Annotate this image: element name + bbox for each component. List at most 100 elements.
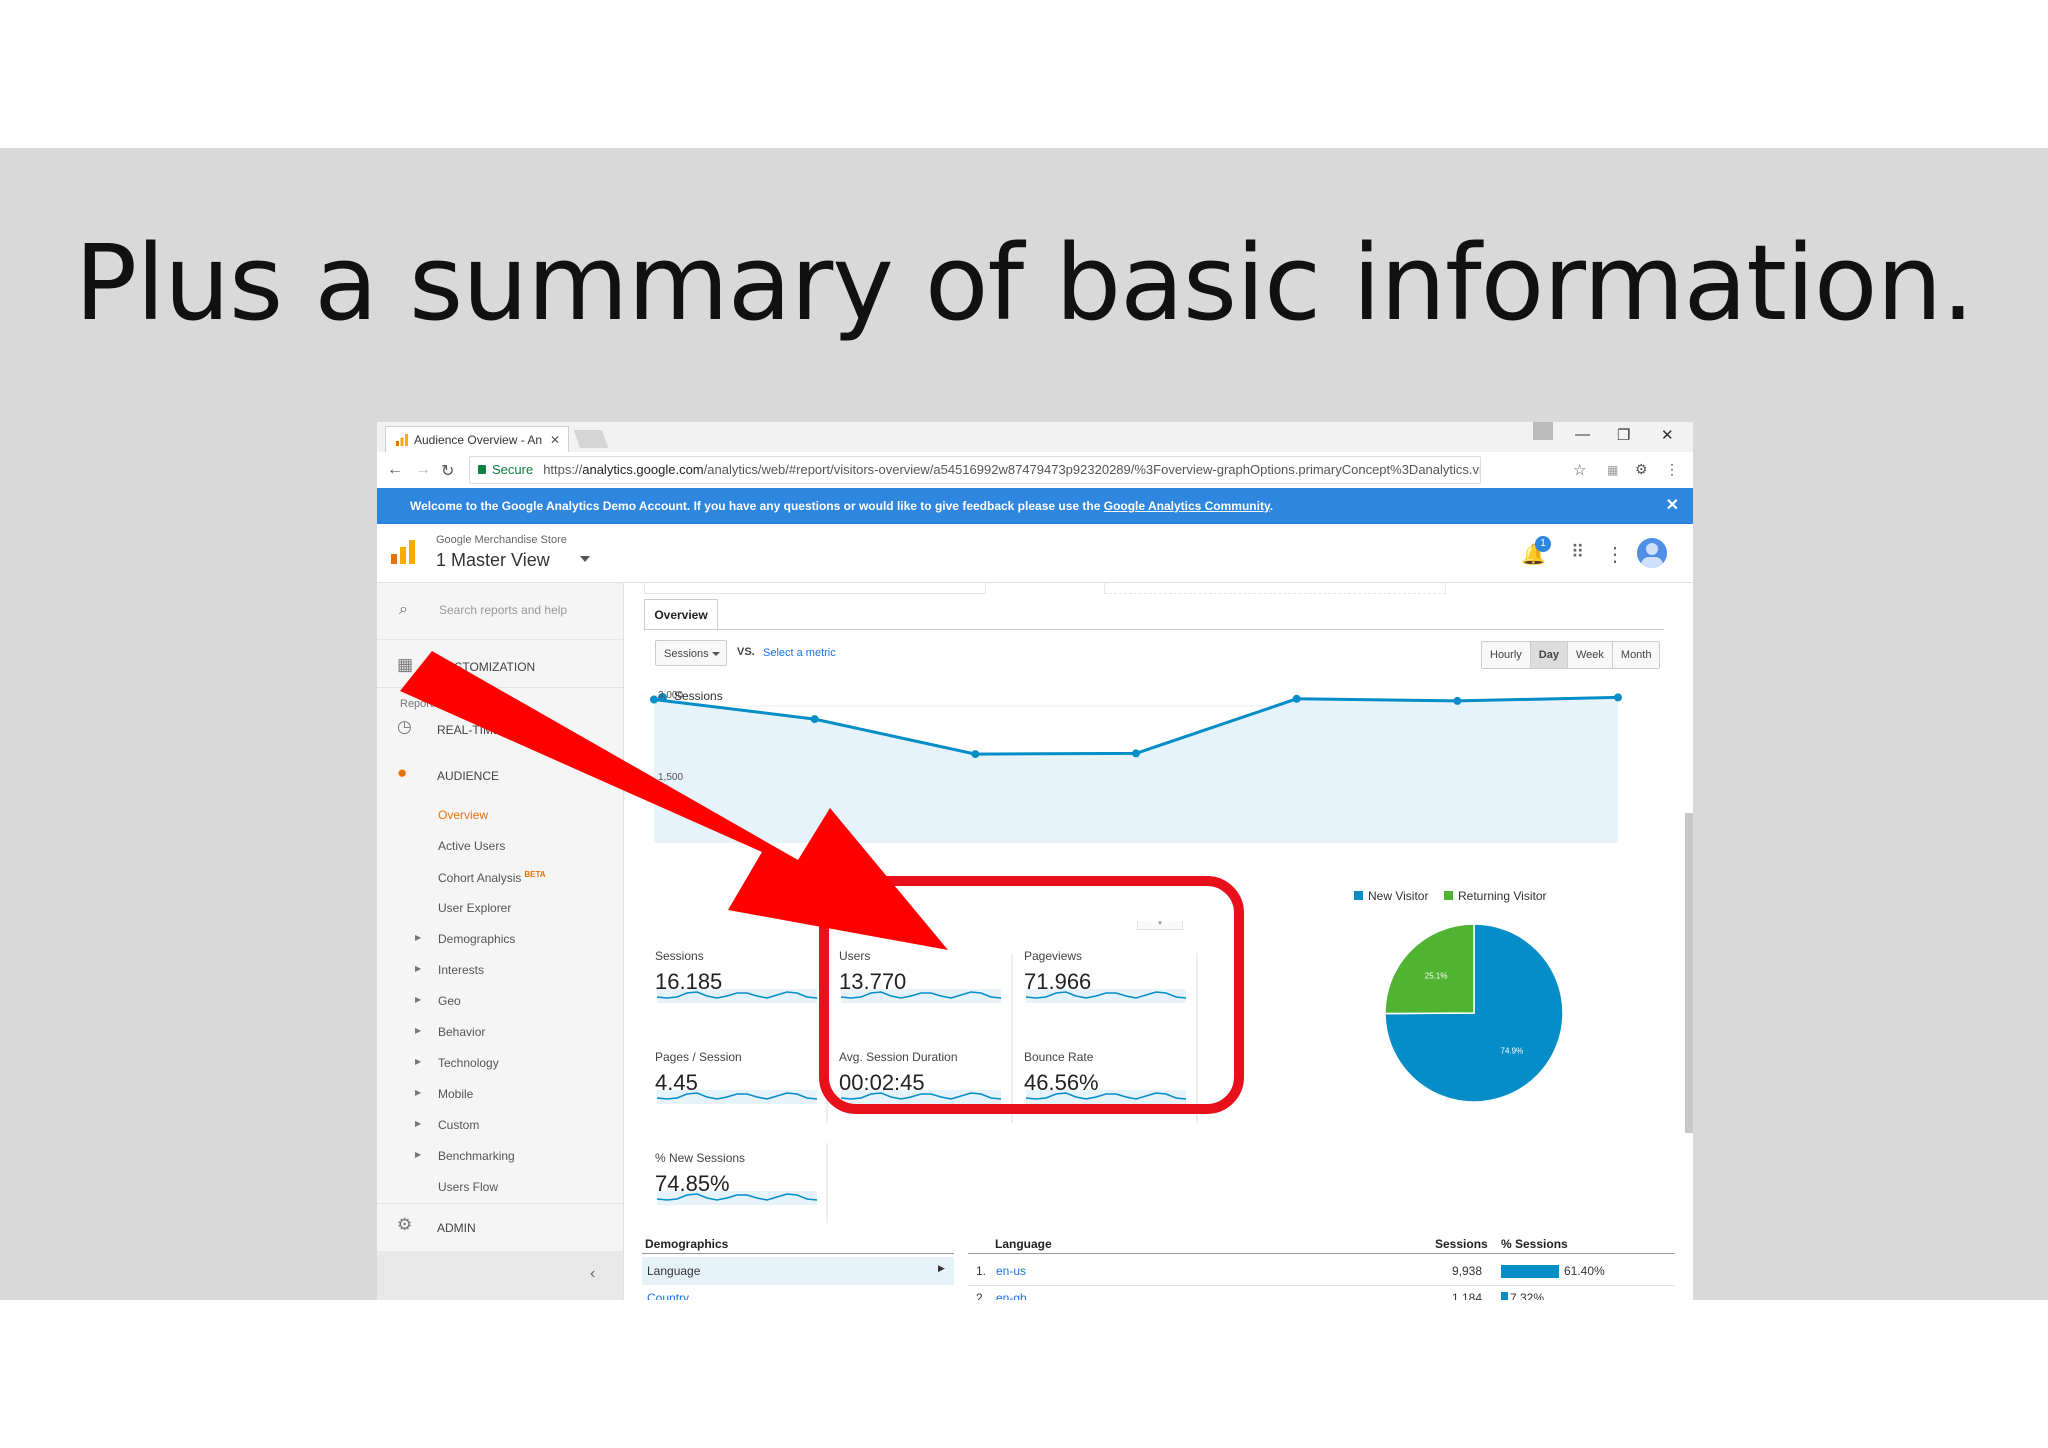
cohort-label: Cohort Analysis: [438, 871, 522, 885]
row-pct-bar: [1501, 1265, 1559, 1278]
url-path: /analytics/web/#report/visitors-overview…: [703, 462, 1481, 477]
sidebar: ⌕ Search reports and help ▦ CUSTOMIZATIO…: [377, 583, 624, 1300]
notification-badge: 1: [1535, 536, 1551, 552]
view-dropdown-icon[interactable]: [580, 556, 590, 562]
new-visitor-swatch: [1354, 891, 1363, 900]
expand-arrow-icon[interactable]: ▶: [415, 964, 421, 973]
expand-arrow-icon[interactable]: ▶: [415, 1119, 421, 1128]
sidebar-item-behavior[interactable]: Behavior: [438, 1025, 485, 1039]
search-input[interactable]: Search reports and help: [439, 603, 567, 617]
banner-text: Welcome to the Google Analytics Demo Acc…: [410, 499, 1101, 513]
view-selector[interactable]: 1 Master View: [436, 550, 550, 571]
person-icon: ●: [397, 763, 408, 782]
row-language[interactable]: en-us: [996, 1264, 1026, 1278]
reload-icon[interactable]: ↻: [441, 461, 454, 481]
profile-icon[interactable]: [1533, 422, 1553, 440]
sidebar-item-customization[interactable]: CUSTOMIZATION: [437, 660, 535, 674]
legend-new-visitor: New Visitor: [1354, 889, 1428, 903]
extension-icon[interactable]: ▦: [1607, 463, 1618, 477]
row-pct: 61.40%: [1564, 1264, 1605, 1278]
row-rank: 1.: [976, 1264, 987, 1278]
back-arrow-icon[interactable]: ←: [387, 461, 403, 479]
beta-badge: BETA: [524, 870, 546, 879]
legend-returning-visitor: Returning Visitor: [1444, 889, 1547, 903]
visitor-pie-chart: 74.9% 25.1%: [1384, 923, 1564, 1103]
browser-screenshot: Audience Overview - An ✕ — ❐ ✕ ← → ↻ Sec…: [377, 422, 1693, 1300]
demographics-country[interactable]: Country: [647, 1291, 689, 1300]
sidebar-search[interactable]: ⌕ Search reports and help: [377, 583, 623, 640]
language-header: Language: [995, 1237, 1052, 1251]
sidebar-item-interests[interactable]: Interests: [438, 963, 484, 977]
new-tab-button[interactable]: [573, 430, 609, 448]
sidebar-item-realtime[interactable]: REAL-TIME: [437, 723, 501, 737]
main-content: Overview Sessions VS. Select a metric Ho…: [624, 583, 1693, 1300]
more-options-icon[interactable]: ⋮: [1605, 542, 1625, 567]
row-sessions: 9,938: [1451, 1264, 1482, 1278]
sessions-point: [1614, 693, 1622, 702]
customization-icon: ▦: [397, 655, 414, 674]
bookmark-star-icon[interactable]: ☆: [1573, 461, 1586, 479]
sidebar-item-technology[interactable]: Technology: [438, 1056, 499, 1070]
sidebar-item-cohort-analysis[interactable]: Cohort Analysis BETA: [438, 870, 546, 885]
new-visitor-label: New Visitor: [1368, 889, 1429, 903]
secure-label: Secure: [492, 462, 534, 477]
row-rank: 2.: [976, 1291, 987, 1300]
demographics-title: Demographics: [645, 1237, 729, 1251]
pct-sessions-header: % Sessions: [1501, 1237, 1568, 1251]
sidebar-item-custom[interactable]: Custom: [438, 1118, 479, 1132]
analytics-logo-icon: [391, 540, 415, 564]
pie-slice-label: 74.9%: [1501, 1047, 1524, 1056]
close-window-icon[interactable]: ✕: [1661, 426, 1674, 444]
expand-arrow-icon[interactable]: ▶: [415, 1057, 421, 1066]
address-bar: ← → ↻ Secure https://analytics.google.com…: [377, 452, 1693, 489]
expand-arrow-icon[interactable]: ▶: [415, 1088, 421, 1097]
clock-icon: ◷: [397, 717, 412, 736]
scrollbar[interactable]: [1685, 813, 1693, 1133]
analytics-header: Google Merchandise Store 1 Master View 🔔…: [377, 524, 1693, 583]
sidebar-item-admin[interactable]: ADMIN: [437, 1221, 476, 1235]
close-tab-icon[interactable]: ✕: [550, 427, 560, 453]
url-field[interactable]: Secure https://analytics.google.com/analy…: [469, 456, 1481, 484]
banner-close-icon[interactable]: ✕: [1666, 488, 1679, 524]
sidebar-item-overview[interactable]: Overview: [438, 808, 488, 822]
returning-visitor-swatch: [1444, 891, 1453, 900]
pie-slice: [1384, 923, 1475, 1015]
tab-title: Audience Overview - An: [414, 433, 543, 447]
sidebar-item-audience[interactable]: AUDIENCE: [437, 769, 499, 783]
expand-arrow-icon[interactable]: ▶: [415, 995, 421, 1004]
apps-grid-icon[interactable]: ⠿: [1571, 542, 1584, 563]
demographics-language[interactable]: Language: [647, 1264, 700, 1278]
avatar[interactable]: [1637, 538, 1667, 568]
expand-arrow-icon[interactable]: ▶: [415, 933, 421, 942]
sidebar-item-mobile[interactable]: Mobile: [438, 1087, 473, 1101]
sidebar-item-active-users[interactable]: Active Users: [438, 839, 505, 853]
slide-title: Plus a summary of basic information.: [74, 222, 1974, 344]
collapse-bar[interactable]: ‹: [377, 1251, 623, 1300]
chevron-left-icon[interactable]: ‹: [590, 1265, 595, 1283]
browser-tab[interactable]: Audience Overview - An ✕: [385, 426, 569, 452]
community-link[interactable]: Google Analytics Community: [1104, 499, 1270, 513]
menu-dots-icon[interactable]: ⋮: [1665, 461, 1679, 478]
account-name: Google Merchandise Store: [436, 534, 567, 546]
returning-visitor-label: Returning Visitor: [1458, 889, 1547, 903]
sidebar-item-demographics[interactable]: Demographics: [438, 932, 515, 946]
search-icon: ⌕: [399, 601, 408, 618]
row-pct: 7.32%: [1510, 1291, 1545, 1300]
welcome-banner: Welcome to the Google Analytics Demo Acc…: [377, 488, 1693, 524]
restore-icon[interactable]: ❐: [1617, 426, 1630, 444]
extension-gear-icon[interactable]: ⚙: [1635, 461, 1648, 478]
tab-bar: Audience Overview - An ✕ — ❐ ✕: [377, 422, 1693, 452]
sidebar-item-benchmarking[interactable]: Benchmarking: [438, 1149, 515, 1163]
analytics-favicon-icon: [396, 434, 408, 446]
url-host: analytics.google.com: [582, 462, 704, 477]
expand-arrow-icon[interactable]: ▶: [415, 1150, 421, 1159]
minimize-icon[interactable]: —: [1575, 426, 1590, 443]
sidebar-item-users-flow[interactable]: Users Flow: [438, 1180, 498, 1194]
pie-slice-label: 25.1%: [1425, 971, 1448, 980]
expand-arrow-icon[interactable]: ▶: [415, 1026, 421, 1035]
sidebar-item-geo[interactable]: Geo: [438, 994, 461, 1008]
row-language[interactable]: en-gb: [996, 1291, 1027, 1300]
forward-arrow-icon[interactable]: →: [415, 461, 431, 479]
sessions-header: Sessions: [1435, 1237, 1488, 1251]
sidebar-item-user-explorer[interactable]: User Explorer: [438, 901, 511, 915]
